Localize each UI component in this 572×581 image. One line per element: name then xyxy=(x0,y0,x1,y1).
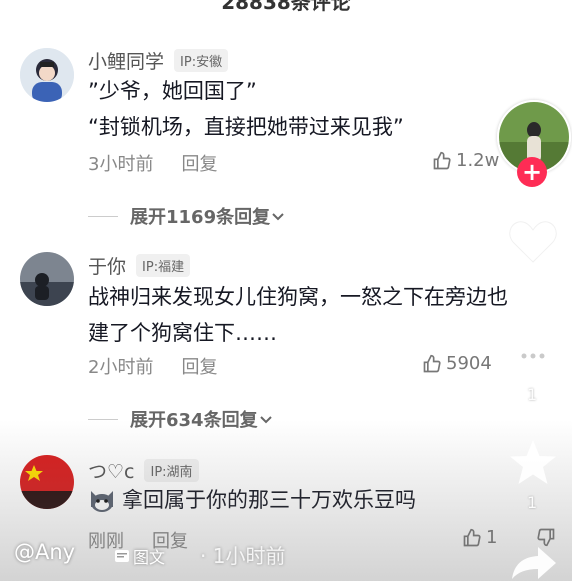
comment-header: 于你 IP:福建 xyxy=(88,252,191,279)
like-count: 1 xyxy=(486,527,498,548)
comment-count: 1 xyxy=(527,385,538,404)
comment-header: 小鲤同学 IP:安徽 xyxy=(88,47,229,74)
like-button[interactable]: 5904 xyxy=(422,353,492,374)
share-icon[interactable] xyxy=(510,545,558,581)
comment-header: つ♡c IP:湖南 xyxy=(88,457,199,484)
comment-text: ”少爷，她回国了” “封锁机场，直接把她带过来见我” xyxy=(88,73,404,145)
comment-time: 2小时前 xyxy=(88,357,154,378)
comment-meta: 3小时前 回复 xyxy=(88,150,217,176)
post-time: · 1小时前 xyxy=(200,544,286,568)
username[interactable]: 于你 xyxy=(88,252,126,279)
dislike-button[interactable] xyxy=(536,527,560,547)
thumbs-up-icon xyxy=(423,354,441,372)
comment-bubble-icon[interactable] xyxy=(508,334,558,380)
heart-icon[interactable] xyxy=(508,218,558,264)
ip-location-badge: IP:湖南 xyxy=(144,459,199,482)
expand-replies-label: 展开1169条回复 xyxy=(130,207,271,228)
comment-line: ”少爷，她回国了” xyxy=(88,79,257,103)
comments-count-title: 28838条评论 xyxy=(221,0,351,14)
comment-line: 建了个狗窝住下…… xyxy=(88,321,277,345)
cat-emoji-icon xyxy=(91,491,113,512)
reply-button[interactable]: 回复 xyxy=(181,353,217,379)
avatar[interactable] xyxy=(20,252,74,306)
divider xyxy=(88,418,118,420)
comment-text: 战神归来发现女儿住狗窝，一怒之下在旁边也 建了个狗窝住下…… xyxy=(88,279,508,351)
expand-replies-button[interactable]: 展开634条回复 xyxy=(88,406,274,432)
post-type-tag: 图文 xyxy=(114,544,165,568)
image-text-icon xyxy=(115,550,129,562)
like-button[interactable]: 1 xyxy=(462,527,497,548)
expand-replies-button[interactable]: 展开1169条回复 xyxy=(88,203,286,229)
divider xyxy=(88,215,118,217)
comment-line: 拿回属于你的那三十万欢乐豆吗 xyxy=(122,488,416,512)
ip-location-badge: IP:安徽 xyxy=(174,49,229,72)
avatar[interactable] xyxy=(20,48,74,102)
comment-time: 3小时前 xyxy=(88,154,154,175)
comment-meta: 2小时前 回复 xyxy=(88,353,217,379)
like-count: 1.2w xyxy=(456,150,500,171)
like-count: 5904 xyxy=(446,353,492,374)
favorite-count: 1 xyxy=(527,493,538,512)
comment-line: 战神归来发现女儿住狗窝，一怒之下在旁边也 xyxy=(88,285,508,309)
chevron-down-icon xyxy=(272,213,284,221)
ip-location-badge: IP:福建 xyxy=(136,254,191,277)
post-type-label: 图文 xyxy=(133,548,166,567)
expand-replies-label: 展开634条回复 xyxy=(130,410,258,431)
username[interactable]: つ♡c xyxy=(88,457,134,484)
avatar[interactable] xyxy=(20,455,74,509)
username[interactable]: 小鲤同学 xyxy=(88,47,164,74)
follow-button[interactable]: + xyxy=(517,157,547,187)
thumbs-up-icon xyxy=(433,151,451,169)
chevron-down-icon xyxy=(259,416,272,424)
author-handle: @Any xyxy=(14,540,76,564)
star-icon[interactable] xyxy=(507,438,559,488)
like-button[interactable]: 1.2w xyxy=(432,150,499,171)
comment-text: 拿回属于你的那三十万欢乐豆吗 xyxy=(88,482,416,518)
plus-icon: + xyxy=(521,158,543,186)
thumbs-down-icon xyxy=(537,528,555,547)
reply-button[interactable]: 回复 xyxy=(181,150,217,176)
thumbs-up-icon xyxy=(463,528,481,546)
comment-line: “封锁机场，直接把她带过来见我” xyxy=(88,115,404,139)
